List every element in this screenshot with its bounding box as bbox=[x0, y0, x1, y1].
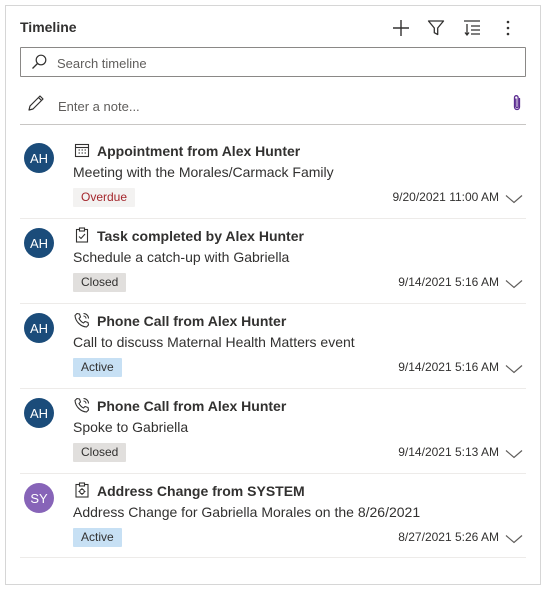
item-subtitle: Call to discuss Maternal Health Matters … bbox=[73, 334, 355, 350]
chevron-down-icon[interactable] bbox=[505, 192, 523, 204]
note-area bbox=[20, 92, 526, 125]
sort-list-icon bbox=[464, 20, 480, 37]
avatar: AH bbox=[24, 228, 54, 258]
timeline-item[interactable]: AH Appointment from Alex Hunter Meeting … bbox=[20, 134, 526, 219]
item-subtitle: Address Change for Gabriella Morales on … bbox=[73, 504, 421, 520]
item-subtitle: Meeting with the Morales/Carmack Family bbox=[73, 164, 334, 180]
item-subtitle: Spoke to Gabriella bbox=[73, 419, 189, 435]
more-vertical-icon bbox=[506, 20, 510, 36]
item-title: Appointment from Alex Hunter bbox=[97, 143, 301, 159]
item-date: 9/14/2021 5:13 AM bbox=[398, 445, 499, 459]
avatar: AH bbox=[24, 143, 54, 173]
chevron-down-icon[interactable] bbox=[505, 447, 523, 459]
search-box bbox=[20, 47, 526, 77]
pencil-icon bbox=[27, 94, 45, 117]
timeline-item[interactable]: AH Task completed by Alex Hunter Schedul… bbox=[20, 219, 526, 304]
attachment-icon[interactable] bbox=[510, 94, 524, 117]
item-date: 8/27/2021 5:26 AM bbox=[398, 530, 499, 544]
timeline-list: AH Appointment from Alex Hunter Meeting … bbox=[20, 134, 526, 558]
task-icon bbox=[74, 227, 90, 243]
timeline-panel: Timeline AH bbox=[5, 5, 541, 585]
phone-icon bbox=[74, 397, 90, 413]
plus-icon bbox=[393, 20, 409, 36]
timeline-item[interactable]: AH Phone Call from Alex Hunter Spoke to … bbox=[20, 389, 526, 474]
status-badge: Closed bbox=[73, 443, 127, 462]
add-button[interactable] bbox=[389, 16, 413, 40]
search-icon bbox=[31, 54, 47, 75]
status-badge: Active bbox=[73, 528, 122, 547]
status-badge: Overdue bbox=[73, 188, 136, 207]
avatar: SY bbox=[24, 483, 54, 513]
status-badge: Active bbox=[73, 358, 122, 377]
filter-button[interactable] bbox=[424, 16, 448, 40]
item-title: Phone Call from Alex Hunter bbox=[97, 398, 287, 414]
item-date: 9/14/2021 5:16 AM bbox=[398, 275, 499, 289]
filter-icon bbox=[427, 20, 445, 36]
note-input[interactable] bbox=[56, 94, 480, 118]
item-subtitle: Schedule a catch-up with Gabriella bbox=[73, 249, 290, 265]
timeline-header: Timeline bbox=[6, 6, 540, 46]
calendar-icon bbox=[74, 142, 90, 158]
item-title: Task completed by Alex Hunter bbox=[97, 228, 304, 244]
item-title: Address Change from SYSTEM bbox=[97, 483, 305, 499]
chevron-down-icon[interactable] bbox=[505, 362, 523, 374]
avatar: AH bbox=[24, 313, 54, 343]
search-input[interactable] bbox=[55, 51, 519, 75]
chevron-down-icon[interactable] bbox=[505, 532, 523, 544]
more-options-button[interactable] bbox=[496, 16, 520, 40]
chevron-down-icon[interactable] bbox=[505, 277, 523, 289]
system-icon bbox=[74, 482, 90, 498]
item-date: 9/20/2021 11:00 AM bbox=[392, 190, 499, 204]
item-date: 9/14/2021 5:16 AM bbox=[398, 360, 499, 374]
phone-icon bbox=[74, 312, 90, 328]
item-title: Phone Call from Alex Hunter bbox=[97, 313, 287, 329]
avatar: AH bbox=[24, 398, 54, 428]
timeline-item[interactable]: AH Phone Call from Alex Hunter Call to d… bbox=[20, 304, 526, 389]
status-badge: Closed bbox=[73, 273, 127, 292]
timeline-title: Timeline bbox=[20, 19, 77, 35]
timeline-item[interactable]: SY Address Change from SYSTEM Address Ch… bbox=[20, 474, 526, 558]
sort-button[interactable] bbox=[460, 16, 484, 40]
